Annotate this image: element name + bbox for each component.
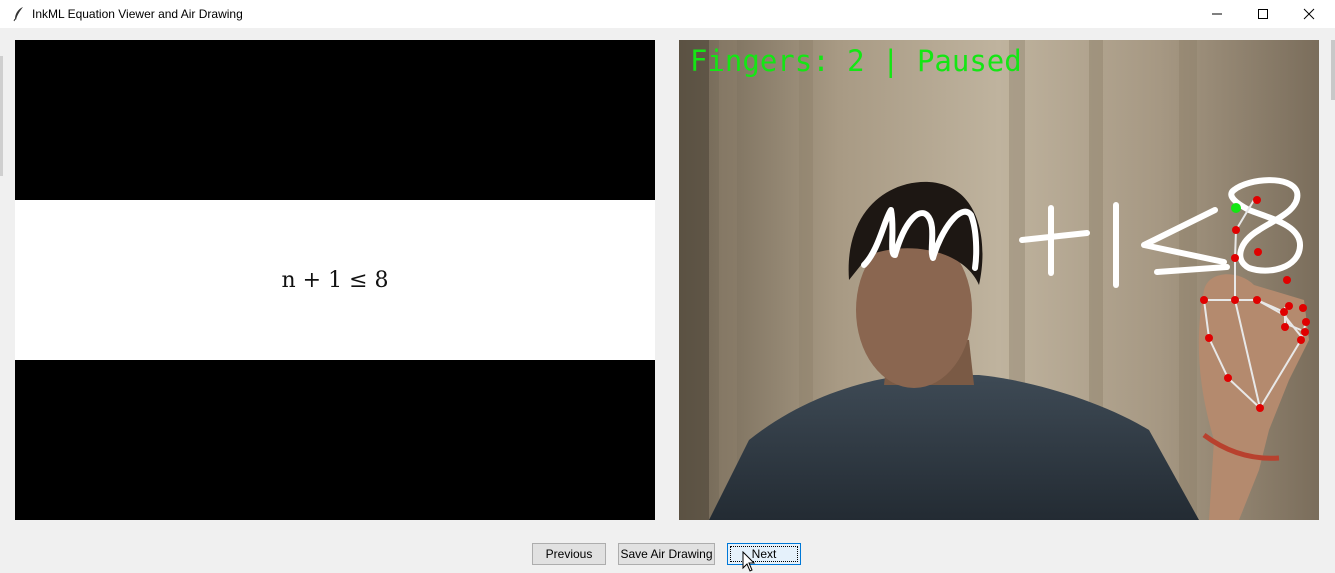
equation-viewer-panel: n + 1 ≤ 8: [15, 40, 655, 520]
finger-status-text: Fingers: 2 | Paused: [690, 44, 1022, 78]
landmark-4: [1231, 296, 1239, 304]
title-bar[interactable]: InkML Equation Viewer and Air Drawing: [0, 0, 1335, 28]
fingertip-cursor: [1231, 203, 1241, 213]
curtain-fold-5: [1179, 40, 1197, 520]
minimize-button[interactable]: [1194, 0, 1240, 28]
camera-feed-panel: Fingers: 2 | Paused: [679, 40, 1319, 520]
feather-icon: [12, 6, 26, 22]
maximize-button[interactable]: [1240, 0, 1286, 28]
landmark-13: [1297, 336, 1305, 344]
mouse-pointer-icon: [742, 551, 756, 572]
landmark-17: [1283, 276, 1291, 284]
landmark-3: [1200, 296, 1208, 304]
close-icon: [1303, 8, 1315, 20]
landmark-6: [1231, 254, 1239, 262]
right-edge-scrollbar[interactable]: [1331, 40, 1335, 100]
landmark-2: [1205, 334, 1213, 342]
landmark-12: [1285, 302, 1293, 310]
left-edge-scrollbar[interactable]: [0, 56, 3, 176]
minimize-icon: [1212, 13, 1222, 15]
maximize-icon: [1258, 9, 1268, 19]
left-wall-shadow: [679, 40, 709, 520]
landmark-1: [1224, 374, 1232, 382]
window-title: InkML Equation Viewer and Air Drawing: [32, 7, 243, 21]
landmark-14: [1302, 318, 1310, 326]
landmark-8: [1253, 196, 1261, 204]
previous-button[interactable]: Previous: [532, 543, 606, 565]
next-button[interactable]: Next: [727, 543, 801, 565]
close-button[interactable]: [1286, 0, 1332, 28]
equation-text: n + 1 ≤ 8: [281, 267, 389, 293]
equation-rendering: n + 1 ≤ 8: [15, 200, 655, 360]
save-air-drawing-button[interactable]: Save Air Drawing: [618, 543, 715, 565]
equation-band: n + 1 ≤ 8: [15, 200, 655, 360]
landmark-wrist: [1256, 404, 1264, 412]
landmark-7: [1232, 226, 1240, 234]
landmark-9: [1254, 248, 1262, 256]
landmark-15: [1301, 328, 1309, 336]
landmark-11: [1281, 323, 1289, 331]
curtain-fold-1: [719, 40, 737, 520]
landmark-16: [1299, 304, 1307, 312]
landmark-5: [1253, 296, 1261, 304]
camera-frame: [679, 40, 1319, 520]
